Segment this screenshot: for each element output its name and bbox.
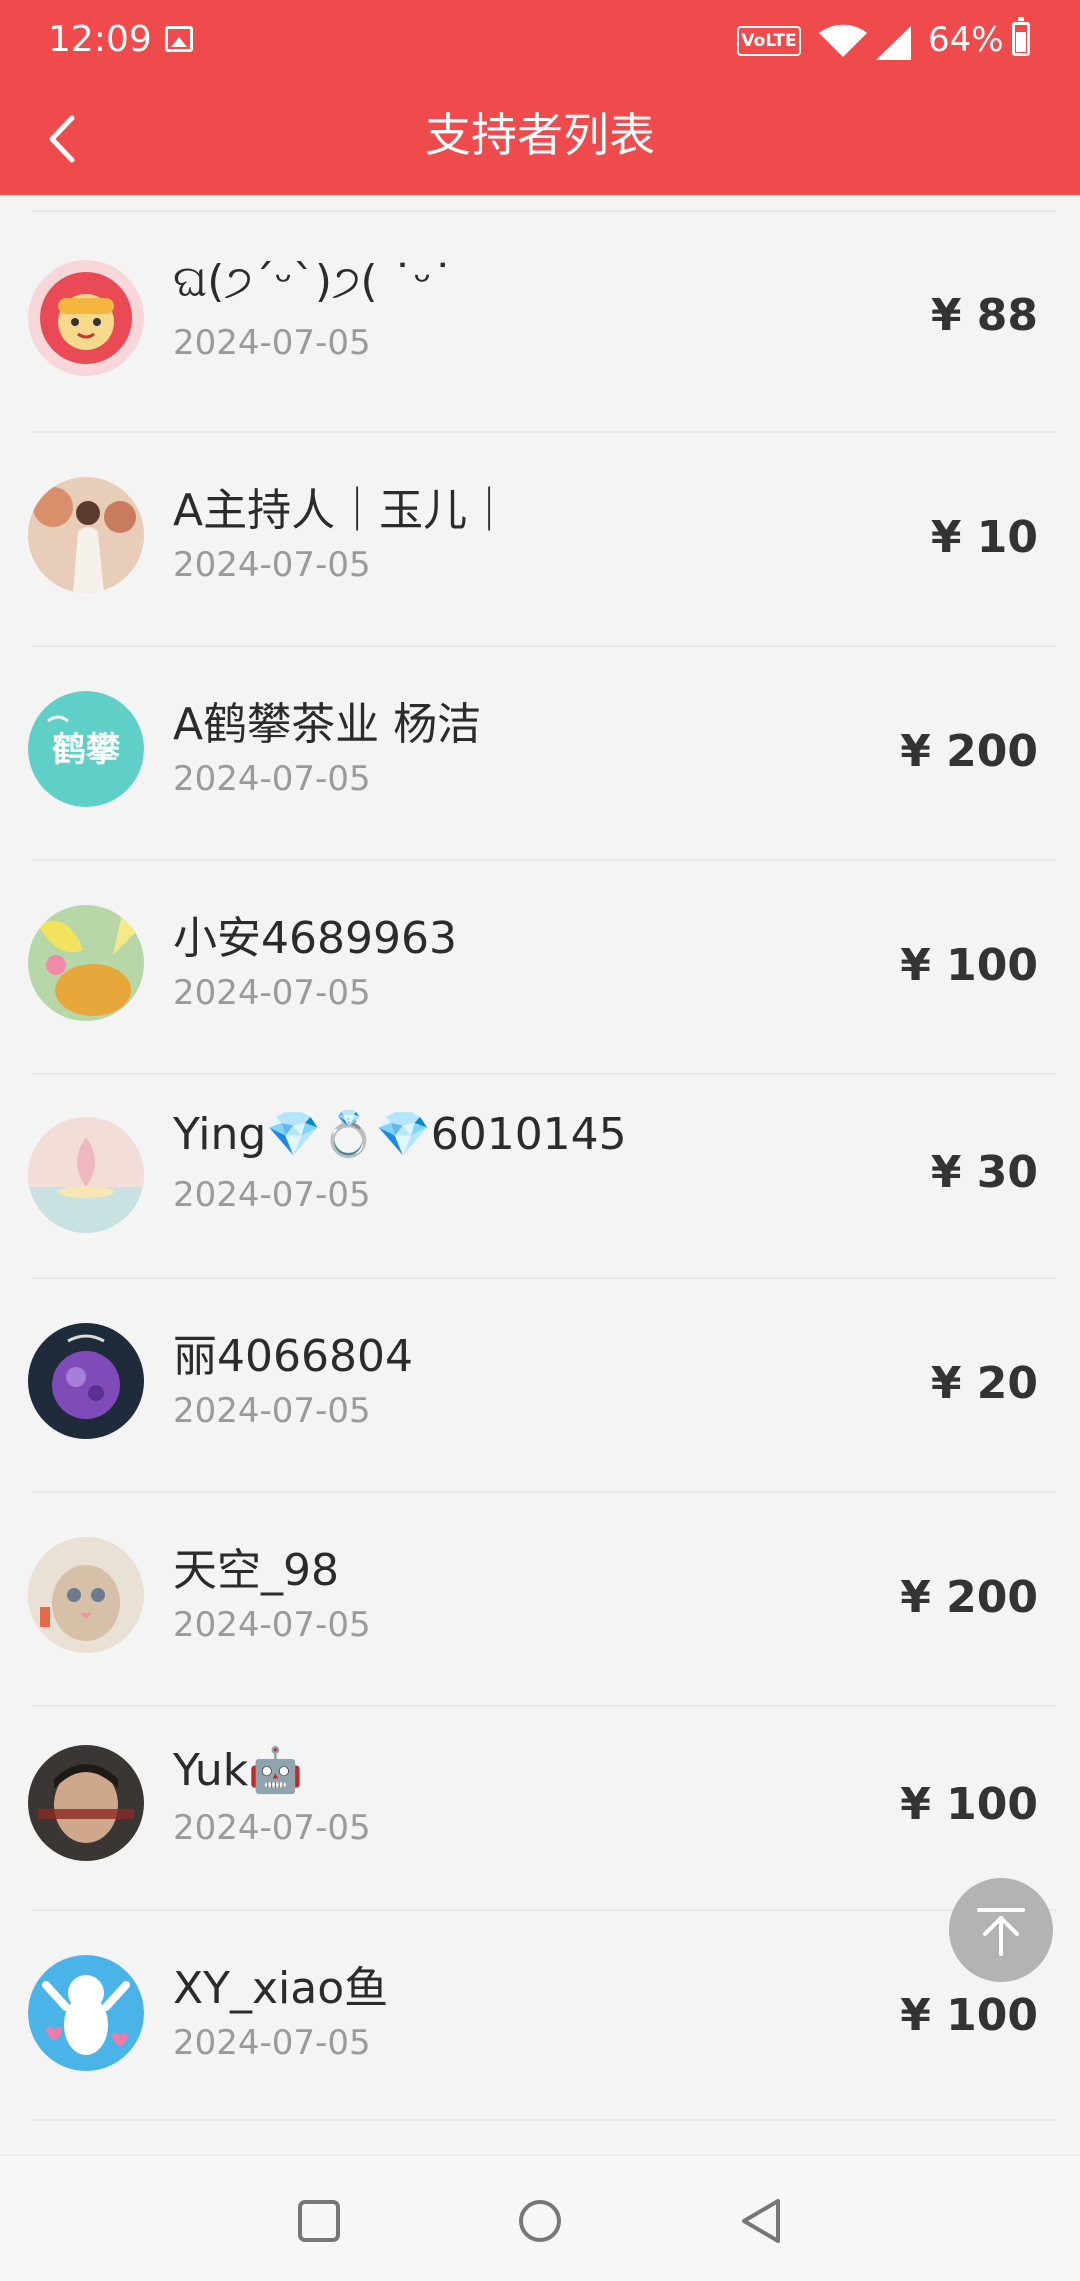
supporter-list[interactable]: ଘ(੭ˊᵕˋ)੭( ˙ᵕ˙ 2024-07-05 ¥ 88 A主持人｜玉儿｜ 2… — [0, 195, 1080, 2155]
support-date: 2024-07-05 — [173, 1808, 371, 1848]
back-to-top-button[interactable] — [949, 1878, 1053, 1982]
recent-apps-button[interactable] — [284, 2186, 354, 2256]
avatar[interactable] — [28, 1323, 144, 1439]
header: 支持者列表 — [0, 82, 1080, 195]
support-date: 2024-07-05 — [173, 545, 371, 585]
support-amount: ¥ 88 — [930, 290, 1038, 341]
status-time: 12:09 — [48, 19, 152, 60]
list-item[interactable]: 丽4066804 2024-07-05 ¥ 20 — [0, 1279, 1080, 1491]
list-item[interactable]: XY_xiao鱼 2024-07-05 ¥ 100 — [0, 1911, 1080, 2123]
support-date: 2024-07-05 — [173, 759, 371, 799]
divider — [32, 2119, 1056, 2121]
app-bar: 12:09 VoLTE 64% 支持者列表 — [0, 0, 1080, 195]
support-amount: ¥ 30 — [930, 1147, 1038, 1198]
battery-icon — [1012, 17, 1030, 56]
avatar[interactable] — [28, 260, 144, 376]
list-item[interactable]: Yuk🤖 2024-07-05 ¥ 100 — [0, 1707, 1080, 1909]
supporter-name: 小安4689963 — [173, 913, 457, 964]
support-amount: ¥ 100 — [900, 1990, 1038, 2041]
gallery-icon — [165, 26, 193, 52]
avatar-image — [28, 1537, 144, 1653]
support-date: 2024-07-05 — [173, 2023, 371, 2063]
list-item[interactable]: 天空_98 2024-07-05 ¥ 200 — [0, 1493, 1080, 1705]
signal-icon — [876, 26, 911, 60]
list-item[interactable]: ଘ(੭ˊᵕˋ)੭( ˙ᵕ˙ 2024-07-05 ¥ 88 — [0, 212, 1080, 424]
avatar[interactable] — [28, 1117, 144, 1233]
avatar-image — [28, 477, 144, 593]
system-nav-bar — [0, 2155, 1080, 2281]
avatar-image — [28, 1117, 144, 1233]
supporter-name: 天空_98 — [173, 1545, 339, 1596]
support-date: 2024-07-05 — [173, 323, 371, 363]
avatar[interactable] — [28, 905, 144, 1021]
support-amount: ¥ 10 — [930, 512, 1038, 563]
support-amount: ¥ 200 — [900, 726, 1038, 777]
supporter-name: ଘ(੭ˊᵕˋ)੭( ˙ᵕ˙ — [173, 256, 454, 307]
avatar-image — [28, 1955, 144, 2071]
back-icon — [742, 2199, 780, 2243]
avatar-image — [28, 1323, 144, 1439]
avatar-image — [28, 905, 144, 1021]
arrow-up-to-top-icon — [977, 1908, 1025, 1956]
page-title: 支持者列表 — [425, 108, 655, 162]
support-date: 2024-07-05 — [173, 1605, 371, 1645]
recent-apps-icon — [298, 2200, 340, 2242]
avatar[interactable] — [28, 1537, 144, 1653]
avatar-image — [28, 1745, 144, 1861]
volte-badge: VoLTE — [737, 26, 801, 56]
avatar-image: 鹤攀 — [28, 691, 144, 807]
support-date: 2024-07-05 — [173, 1175, 371, 1215]
home-icon — [519, 2200, 561, 2242]
supporter-name: Ying💎💍💎6010145 — [173, 1109, 627, 1160]
status-bar: 12:09 VoLTE 64% — [0, 0, 1080, 82]
avatar-logo-text: 鹤攀 — [52, 730, 121, 770]
support-amount: ¥ 200 — [900, 1572, 1038, 1623]
supporter-name: XY_xiao鱼 — [173, 1963, 389, 2014]
support-date: 2024-07-05 — [173, 1391, 371, 1431]
support-amount: ¥ 20 — [930, 1358, 1038, 1409]
list-item[interactable]: 鹤攀 A鹤攀茶业 杨洁 2024-07-05 ¥ 200 — [0, 647, 1080, 859]
avatar-image — [28, 260, 144, 376]
supporter-name: A主持人｜玉儿｜ — [173, 485, 512, 536]
support-amount: ¥ 100 — [900, 940, 1038, 991]
supporter-name: Yuk🤖 — [173, 1745, 303, 1796]
avatar[interactable] — [28, 477, 144, 593]
avatar[interactable]: 鹤攀 — [28, 691, 144, 807]
system-back-button[interactable] — [726, 2186, 796, 2256]
wifi-icon — [819, 24, 867, 57]
avatar[interactable] — [28, 1955, 144, 2071]
list-item[interactable]: Ying💎💍💎6010145 2024-07-05 ¥ 30 — [0, 1075, 1080, 1277]
avatar[interactable] — [28, 1745, 144, 1861]
supporter-name: A鹤攀茶业 杨洁 — [173, 699, 482, 750]
home-button[interactable] — [505, 2186, 575, 2256]
support-date: 2024-07-05 — [173, 973, 371, 1013]
supporter-name: 丽4066804 — [173, 1331, 413, 1382]
battery-percent: 64% — [928, 20, 1004, 60]
list-item[interactable]: 小安4689963 2024-07-05 ¥ 100 — [0, 861, 1080, 1073]
list-item[interactable]: A主持人｜玉儿｜ 2024-07-05 ¥ 10 — [0, 433, 1080, 645]
support-amount: ¥ 100 — [900, 1779, 1038, 1830]
